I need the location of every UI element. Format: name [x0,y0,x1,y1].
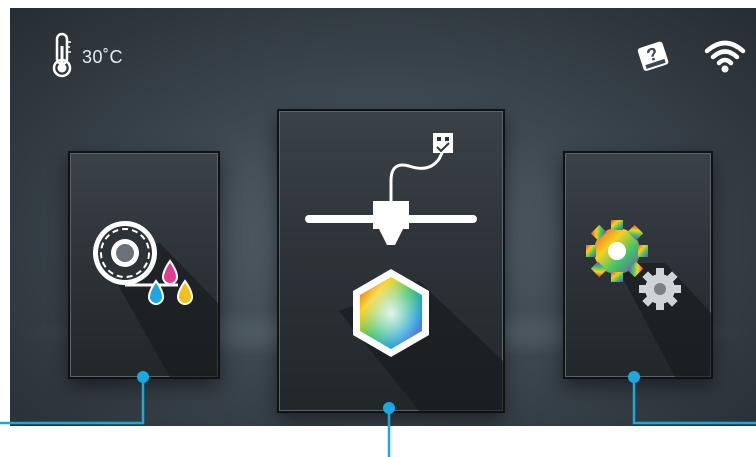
settings-callout-line [632,377,756,425]
settings-callout-dot [628,371,640,383]
filament-callout-dot [137,371,149,383]
print-callout-dot [383,402,395,414]
filament-callout-line [0,377,145,425]
callout-lines [0,371,756,457]
